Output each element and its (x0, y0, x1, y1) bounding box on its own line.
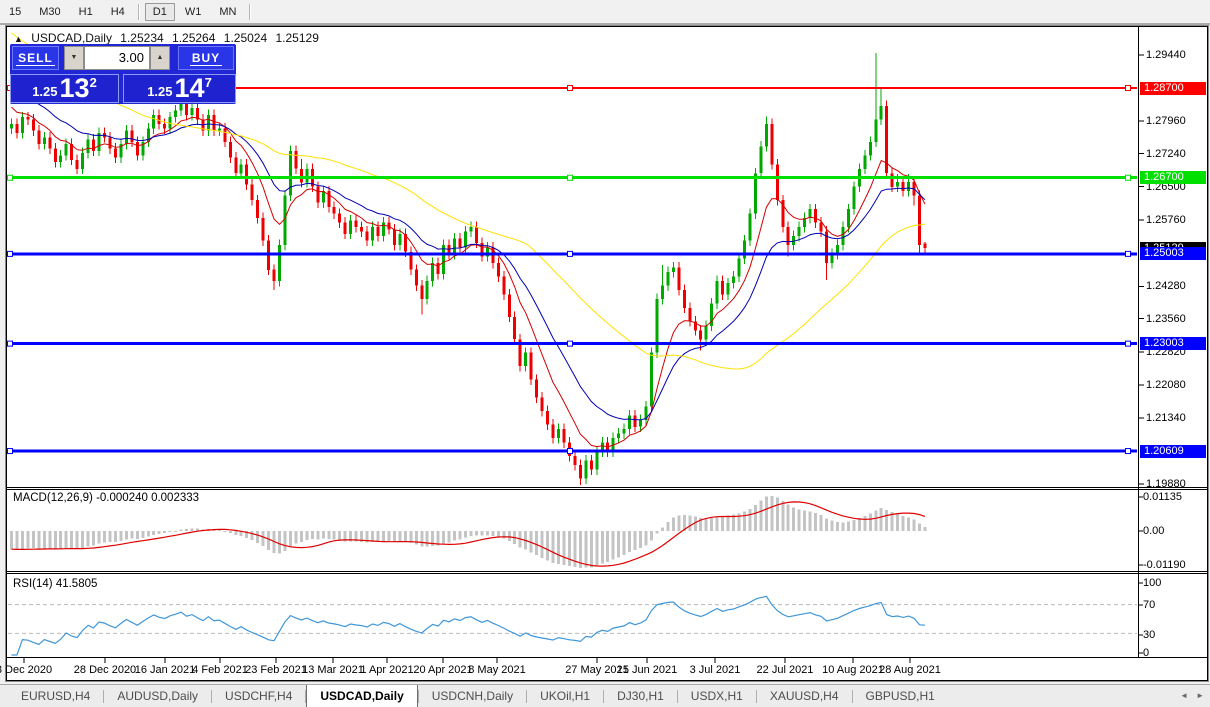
sell-button-label: SELL (16, 51, 55, 66)
chart-canvas[interactable] (0, 0, 1210, 707)
price-tick-label: 1.27240 (1146, 147, 1186, 160)
pane-separator (6, 657, 1208, 658)
price-tick-label: 1.29440 (1146, 48, 1186, 61)
price-tick-label: 1.19880 (1146, 477, 1186, 490)
chart-symbol-label: USDCAD,Daily (31, 31, 112, 45)
rsi-tick-label: 30 (1143, 629, 1156, 641)
chart-title-bar: ▲ USDCAD,Daily 1.25234 1.25264 1.25024 1… (14, 31, 324, 45)
tab-ukoil-h1[interactable]: UKOil,H1 (527, 685, 603, 707)
date-tick-label: 28 Aug 2021 (879, 664, 941, 676)
sell-button[interactable]: SELL (12, 46, 59, 70)
price-axis-line (1138, 27, 1139, 657)
price-tick-label: 1.25760 (1146, 213, 1186, 226)
price-tick-label: 1.24280 (1146, 280, 1186, 293)
level-price-badge: 1.20609 (1140, 445, 1206, 458)
price-tick-label: 1.27960 (1146, 115, 1186, 128)
price-tick-label: 1.21340 (1146, 412, 1186, 425)
terminal-workspace: 15 M30 H1 H4 D1 W1 MN ▲ USDCAD,Daily 1.25234 1… (0, 0, 1210, 707)
tab-scroll-left-icon[interactable]: ◄ (1180, 691, 1196, 700)
chart-collapse-icon[interactable]: ▲ (14, 34, 23, 44)
chevron-up-icon: ▲ (156, 54, 164, 61)
tab-xauusd-h4[interactable]: XAUUSD,H4 (757, 685, 852, 707)
rsi-tick-label: 70 (1143, 599, 1156, 611)
tab-audusd-daily[interactable]: AUDUSD,Daily (104, 685, 211, 707)
macd-tick-label: 0.00 (1143, 525, 1165, 537)
sell-price-big: 13 (59, 73, 90, 103)
pane-separator (6, 573, 1208, 574)
buy-price-sup: 7 (204, 75, 212, 90)
sell-price-button[interactable]: 1.25 13 2 (10, 74, 119, 103)
level-price-badge: 1.28700 (1140, 82, 1206, 95)
tab-scroll-right-icon[interactable]: ► (1196, 691, 1210, 700)
sell-price-sup: 2 (89, 75, 97, 90)
one-click-trade-panel: SELL ▼ 3.00 ▲ BUY 1.25 13 2 1.25 14 7 (10, 44, 236, 104)
volume-increase-button[interactable]: ▲ (150, 46, 170, 70)
tab-usdchf-h4[interactable]: USDCHF,H4 (212, 685, 305, 707)
ohlc-open: 1.25234 (120, 31, 164, 45)
rsi-tick-label: 0 (1143, 647, 1150, 659)
macd-label: MACD(12,26,9) -0.000240 0.002333 (13, 492, 200, 504)
pane-separator (6, 489, 1208, 490)
price-tick-label: 1.22080 (1146, 379, 1186, 392)
pane-separator[interactable] (6, 571, 1208, 572)
tab-usdcnh-daily[interactable]: USDCNH,Daily (419, 685, 526, 707)
date-tick-label: 8 Dec 2020 (0, 664, 53, 676)
sell-price-small: 1.25 (32, 84, 58, 99)
macd-tick-label: 0.01135 (1143, 491, 1182, 503)
ohlc-low: 1.25024 (223, 31, 268, 45)
ohlc-close: 1.25129 (275, 31, 319, 45)
tab-dj30-h1[interactable]: DJ30,H1 (604, 685, 677, 707)
rsi-tick-label: 100 (1143, 577, 1162, 589)
rsi-label: RSI(14) 41.5805 (13, 578, 98, 590)
tab-gbpusd-h1[interactable]: GBPUSD,H1 (853, 685, 948, 707)
buy-price-small: 1.25 (147, 84, 173, 99)
buy-button-label: BUY (189, 51, 223, 66)
price-tick-label: 1.23560 (1146, 312, 1186, 325)
tab-usdcad-daily[interactable]: USDCAD,Daily (306, 685, 418, 707)
level-price-badge: 1.25003 (1140, 247, 1206, 260)
volume-decrease-button[interactable]: ▼ (64, 46, 84, 70)
tab-eurusd-h4[interactable]: EURUSD,H4 (8, 685, 103, 707)
buy-button[interactable]: BUY (178, 46, 234, 70)
chart-tab-bar: ◄► EURUSD,H4 AUDUSD,Daily USDCHF,H4 USDCAD,… (0, 684, 1210, 707)
volume-input[interactable]: 3.00 (84, 46, 150, 70)
level-price-badge: 1.26700 (1140, 171, 1206, 184)
pane-separator[interactable] (6, 487, 1208, 488)
ohlc-high: 1.25264 (172, 31, 216, 45)
tab-usdx-h1[interactable]: USDX,H1 (678, 685, 756, 707)
buy-price-big: 14 (174, 73, 205, 103)
date-tick-label: 8 May 2021 (468, 664, 526, 676)
chevron-down-icon: ▼ (70, 54, 78, 61)
buy-price-button[interactable]: 1.25 14 7 (123, 74, 236, 103)
level-price-badge: 1.23003 (1140, 337, 1206, 350)
macd-tick-label: -0.01190 (1143, 559, 1186, 571)
